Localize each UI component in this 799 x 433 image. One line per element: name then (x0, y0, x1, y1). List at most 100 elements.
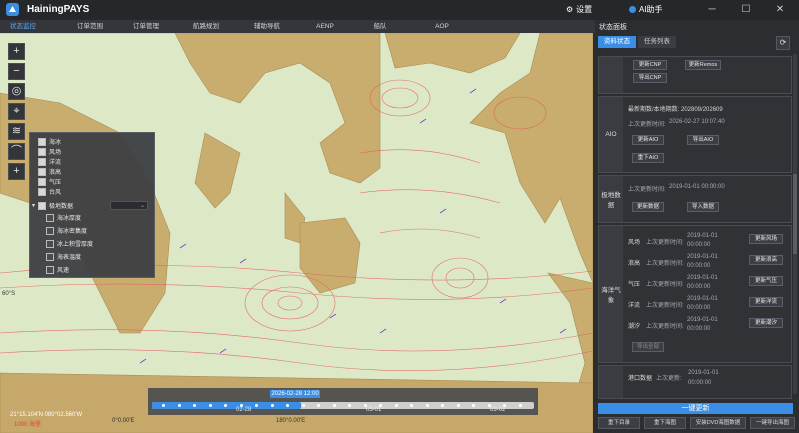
checkbox[interactable] (46, 239, 54, 248)
update-all-button[interactable]: 一键更新 (598, 403, 793, 414)
panel-scrollbar[interactable] (793, 54, 797, 394)
timeline-step[interactable] (208, 404, 212, 407)
layer-ice-thickness[interactable]: 海冰厚度 (46, 213, 81, 222)
install-dvd-chart-button[interactable]: 安装DVD海图数据 (690, 417, 746, 429)
checkbox[interactable] (38, 177, 46, 186)
timeline-step[interactable] (332, 404, 336, 407)
redownload-aio-button[interactable]: 重下AIO (632, 153, 664, 163)
timeline-step[interactable] (441, 404, 444, 407)
layer-sea-ice[interactable]: 海冰 (38, 137, 61, 146)
scrollbar-thumb[interactable] (793, 174, 797, 254)
weather-row-update-button[interactable]: 更新洋流 (749, 297, 783, 307)
update-remos-button[interactable]: 更新Remos (685, 60, 721, 70)
timeline-step[interactable] (162, 404, 165, 407)
import-polar-button[interactable]: 导入数据 (687, 202, 719, 212)
checkbox[interactable] (38, 157, 46, 166)
menu-order-range[interactable]: 订单范围 (67, 20, 113, 33)
timeline-step[interactable] (177, 404, 181, 407)
close-button[interactable]: ✕ (771, 2, 789, 17)
redownload-chart-button[interactable]: 重下海图 (644, 417, 686, 429)
timeline-step[interactable] (301, 404, 305, 407)
polar-dropdown[interactable]: ⌄ (110, 201, 148, 210)
zoom-in-icon[interactable]: + (8, 43, 25, 60)
menu-route-plan[interactable]: 航路规划 (183, 20, 229, 33)
settings-button[interactable]: ⚙ 设置 (566, 4, 592, 15)
timeline[interactable]: 2026-02-28 12:00 02-28 03-01 03-02 (148, 388, 538, 415)
tab-data-status[interactable]: 资料状态 (598, 36, 636, 48)
maximize-button[interactable]: ☐ (737, 2, 755, 17)
weather-row-update-button[interactable]: 更新浪高 (749, 255, 783, 265)
export-aio-button[interactable]: 导出AIO (687, 135, 719, 145)
export-cnp-button[interactable]: 导出CNP (633, 73, 667, 83)
weather-row-update-button[interactable]: 更新气压 (749, 276, 783, 286)
layer-wave[interactable]: 浪高 (38, 167, 61, 176)
expand-icon[interactable]: ▾ (32, 202, 35, 209)
checkbox[interactable] (38, 167, 46, 176)
layer-sea-surface-temp[interactable]: 海表温度 (46, 252, 81, 261)
menu-fleet[interactable]: 船队 (357, 20, 403, 33)
minimize-button[interactable]: ─ (703, 2, 721, 17)
update-cnp-button[interactable]: 更新CNP (633, 60, 667, 70)
add-icon[interactable]: + (8, 163, 25, 180)
timeline-step[interactable] (317, 404, 320, 407)
measure-icon[interactable]: ⌒ (8, 143, 25, 160)
layer-current[interactable]: 洋流 (38, 157, 61, 166)
weather-row-time: 00:00:00 (687, 263, 711, 269)
ai-assistant-button[interactable]: AI助手 (629, 4, 663, 15)
layer-ice-concentration[interactable]: 海冰密集度 (46, 226, 87, 235)
tab-task-list[interactable]: 任务列表 (638, 36, 676, 48)
timeline-step[interactable] (472, 404, 475, 407)
timeline-step[interactable] (224, 404, 227, 407)
timeline-step[interactable] (255, 404, 258, 407)
menu-aenp[interactable]: AENP (302, 20, 348, 33)
timeline-step[interactable] (270, 404, 274, 407)
zoom-out-icon[interactable]: − (8, 63, 25, 80)
timeline-step[interactable] (425, 404, 429, 407)
menu-aop[interactable]: AOP (419, 20, 465, 33)
timeline-step[interactable] (193, 404, 196, 407)
checkbox[interactable] (38, 147, 46, 156)
section-weather: 海洋气象 风场 上次更新时间: 2019-01-01 00:00:00 更新风场 浪高 上次… (598, 225, 792, 363)
timeline-step[interactable] (518, 404, 522, 407)
refresh-icon[interactable]: ⟳ (776, 36, 790, 50)
layer-typhoon[interactable]: 台风 (38, 187, 61, 196)
update-aio-button[interactable]: 更新AIO (632, 135, 664, 145)
timeline-step[interactable] (286, 404, 289, 407)
layer-pressure[interactable]: 气压 (38, 177, 61, 186)
weather-row-time: 00:00:00 (687, 305, 711, 311)
timeline-step[interactable] (410, 404, 413, 407)
checkbox[interactable] (46, 226, 54, 235)
update-polar-button[interactable]: 更新数据 (632, 202, 664, 212)
menu-nav-assist[interactable]: 辅助导航 (244, 20, 290, 33)
locate-icon[interactable]: ◎ (8, 83, 25, 100)
weather-row-update-button[interactable]: 更新潮汐 (749, 318, 783, 328)
timeline-current: 2026-02-28 12:00 (270, 390, 320, 398)
layer-snow-thickness[interactable]: 冰上积雪厚度 (46, 239, 93, 248)
weather-row-update-button[interactable]: 更新风场 (749, 234, 783, 244)
timeline-step[interactable] (348, 404, 351, 407)
timeline-step[interactable] (394, 404, 398, 407)
layer-wind[interactable]: 风场 (38, 147, 61, 156)
status-panel: 状态面板 资料状态 任务列表 ⟳ 更新CNP 更新Remos 导出CNP AIO… (595, 20, 799, 433)
map-toolbar: + − ◎ ⌖ ≋ ⌒ + (8, 43, 25, 183)
polar-label: 极地数据 (599, 176, 623, 222)
redownload-catalog-button[interactable]: 重下目录 (598, 417, 640, 429)
menu-order-manage[interactable]: 订单管理 (123, 20, 169, 33)
layers-icon[interactable]: ≋ (8, 123, 25, 140)
export-all-button[interactable]: 导出全部 (632, 342, 664, 352)
timeline-step[interactable] (456, 404, 460, 407)
layer-wind-speed[interactable]: 风速 (46, 265, 69, 274)
timeline-track[interactable] (152, 402, 534, 409)
pin-icon[interactable]: ⌖ (8, 103, 25, 120)
checkbox[interactable] (46, 252, 54, 261)
checkbox[interactable] (46, 265, 54, 274)
panel-title: 状态面板 (599, 24, 627, 31)
checkbox[interactable] (46, 213, 54, 222)
checkbox[interactable] (38, 201, 47, 210)
checkbox[interactable] (38, 137, 46, 146)
checkbox[interactable] (38, 187, 46, 196)
menu-status-monitor[interactable]: 状态监控 (0, 20, 46, 34)
layer-polar-group[interactable]: ▾ 极地数据 (32, 201, 73, 210)
weather-map[interactable]: 60°S 0°0.00'E 180°0.00'E + − ◎ ⌖ ≋ ⌒ + 海… (0, 33, 593, 433)
export-chart-button[interactable]: 一键导出海图 (750, 417, 795, 429)
